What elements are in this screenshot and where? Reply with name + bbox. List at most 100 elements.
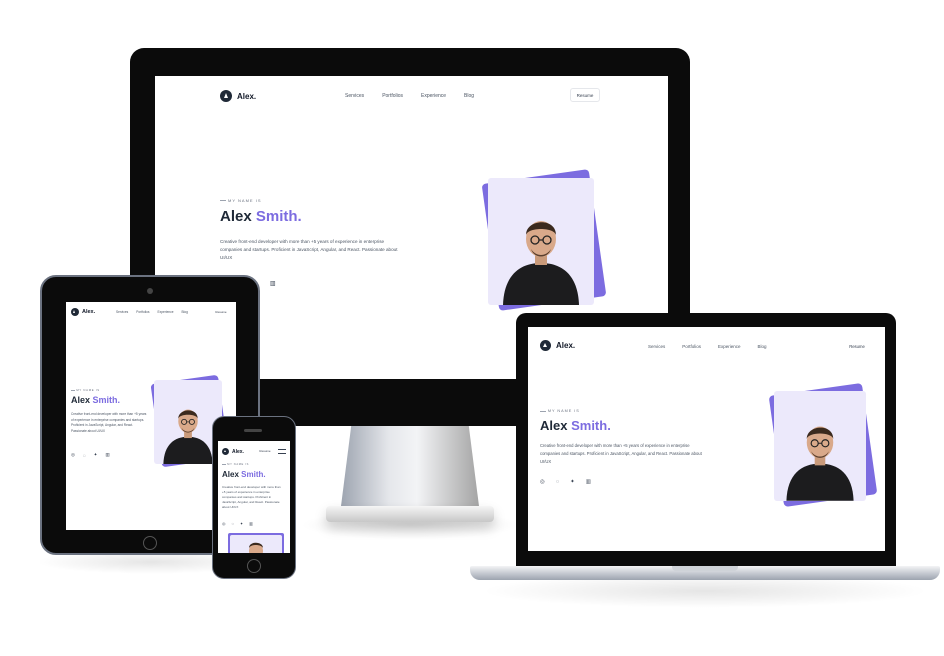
eyebrow-line <box>222 463 226 465</box>
laptop-notch <box>672 566 738 571</box>
nav-services[interactable]: Services <box>345 93 364 99</box>
chat-icon[interactable]: ◌ <box>556 479 559 485</box>
resume-label: Resume <box>576 92 594 98</box>
twitter-icon[interactable]: ✦ <box>570 479 575 485</box>
eyebrow-text: MY NAME IS <box>547 409 580 413</box>
hero-last-name: Smith. <box>92 395 121 405</box>
hero-description: Creative front-end developer with more t… <box>71 412 147 433</box>
social-links: ◎ ◌ ✦ ▥ <box>222 521 253 526</box>
hero-description: Creative front-end developer with more t… <box>540 443 702 464</box>
hero-first-name: Alex <box>220 208 252 225</box>
nav-menu: Services Portfolios Experience Blog <box>345 93 474 99</box>
nav-blog[interactable]: Blog <box>758 344 767 349</box>
logo-text: Alex. <box>82 309 96 315</box>
nav-blog[interactable]: Blog <box>464 93 474 99</box>
site-logo[interactable]: Alex. <box>71 308 95 316</box>
nav-experience[interactable]: Experience <box>158 310 174 314</box>
resume-button[interactable]: Resume <box>212 307 230 316</box>
hero-last-name: Smith. <box>571 418 611 433</box>
eyebrow-line <box>71 389 75 391</box>
eyebrow-text: MY NAME IS <box>227 463 250 466</box>
site-logo[interactable]: Alex. <box>540 340 575 351</box>
hero-title: Alex Smith. <box>222 470 266 479</box>
chat-icon[interactable]: ◌ <box>232 521 234 526</box>
phone-speaker <box>244 429 262 432</box>
twitter-icon[interactable]: ✦ <box>240 521 243 526</box>
logo-icon <box>222 448 229 455</box>
hero-title: Alex Smith. <box>71 395 120 405</box>
site-logo[interactable]: Alex. <box>220 90 256 102</box>
hero-description: Creative front-end developer with more t… <box>220 239 398 260</box>
hero-first-name: Alex <box>540 418 568 433</box>
person-portrait <box>249 542 263 553</box>
linkedin-icon[interactable]: ▥ <box>249 521 253 526</box>
nav-services[interactable]: Services <box>648 344 665 349</box>
photo-card <box>230 535 282 553</box>
person-portrait <box>163 409 213 464</box>
portfolio-site-mobile: Alex. Resume MY NAME IS Alex Smith. Crea… <box>218 441 290 553</box>
instagram-icon[interactable]: ◎ <box>71 452 75 458</box>
nav-experience[interactable]: Experience <box>718 344 741 349</box>
logo-text: Alex. <box>237 91 257 101</box>
eyebrow-label: MY NAME IS <box>220 198 262 203</box>
site-logo[interactable]: Alex. <box>222 448 244 455</box>
imac-stand <box>340 426 480 514</box>
linkedin-icon[interactable]: ▥ <box>586 479 591 485</box>
tablet-camera <box>147 288 153 294</box>
nav-portfolios[interactable]: Portfolios <box>136 310 149 314</box>
nav-blog[interactable]: Blog <box>181 310 187 314</box>
eyebrow-label: MY NAME IS <box>71 388 100 392</box>
nav-menu: Services Portfolios Experience Blog <box>648 344 767 349</box>
instagram-icon[interactable]: ◎ <box>540 479 545 485</box>
logo-icon <box>220 90 232 102</box>
eyebrow-line <box>540 410 546 412</box>
hero-description: Creative front-end developer with more t… <box>222 485 281 509</box>
nav-portfolios[interactable]: Portfolios <box>382 93 403 99</box>
hero-first-name: Alex <box>222 470 239 479</box>
profile-photo <box>480 169 607 312</box>
phone-home-button[interactable] <box>247 559 261 573</box>
person-portrait <box>786 426 854 501</box>
person-portrait <box>503 221 579 305</box>
eyebrow-label: MY NAME IS <box>222 463 249 466</box>
resume-label: Resume <box>259 449 271 453</box>
portfolio-site-laptop: Alex. Services Portfolios Experience Blo… <box>528 327 885 551</box>
resume-button[interactable]: Resume <box>256 447 274 455</box>
social-links: ◎ ◌ ✦ ▥ <box>71 452 110 458</box>
social-links: ◎ ◌ ✦ ▥ <box>540 479 591 485</box>
profile-photo <box>226 533 284 553</box>
hero-last-name: Smith. <box>255 208 302 225</box>
logo-icon <box>540 340 551 351</box>
laptop-screen: Alex. Services Portfolios Experience Blo… <box>528 327 885 551</box>
linkedin-icon[interactable]: ▥ <box>105 452 109 458</box>
resume-button[interactable]: Resume <box>844 340 870 352</box>
hero-last-name: Smith. <box>241 470 266 479</box>
logo-icon <box>71 308 79 316</box>
phone-screen: Alex. Resume MY NAME IS Alex Smith. Crea… <box>218 441 290 553</box>
nav-services[interactable]: Services <box>116 310 128 314</box>
resume-label: Resume <box>215 309 227 314</box>
hero-title: Alex Smith. <box>540 418 611 433</box>
linkedin-icon[interactable]: ▥ <box>270 280 276 287</box>
hamburger-menu-icon[interactable] <box>278 449 286 454</box>
photo-card <box>774 391 866 501</box>
eyebrow-text: MY NAME IS <box>76 388 100 392</box>
profile-photo <box>766 383 878 510</box>
eyebrow-line <box>220 200 226 202</box>
logo-text: Alex. <box>556 341 576 350</box>
nav-portfolios[interactable]: Portfolios <box>682 344 701 349</box>
chat-icon[interactable]: ◌ <box>83 452 86 458</box>
imac-base <box>326 506 494 522</box>
instagram-icon[interactable]: ◎ <box>222 521 226 526</box>
photo-card <box>488 178 594 305</box>
resume-label: Resume <box>849 343 865 349</box>
resume-button[interactable]: Resume <box>570 88 600 102</box>
nav-experience[interactable]: Experience <box>421 93 446 99</box>
tablet-home-button[interactable] <box>143 536 157 550</box>
portfolio-site-tablet: Alex. Services Portfolios Experience Blo… <box>66 302 236 530</box>
twitter-icon[interactable]: ✦ <box>94 452 98 458</box>
hero-first-name: Alex <box>71 395 91 405</box>
eyebrow-label: MY NAME IS <box>540 409 580 413</box>
eyebrow-text: MY NAME IS <box>228 198 262 203</box>
tablet-screen: Alex. Services Portfolios Experience Blo… <box>66 302 236 530</box>
